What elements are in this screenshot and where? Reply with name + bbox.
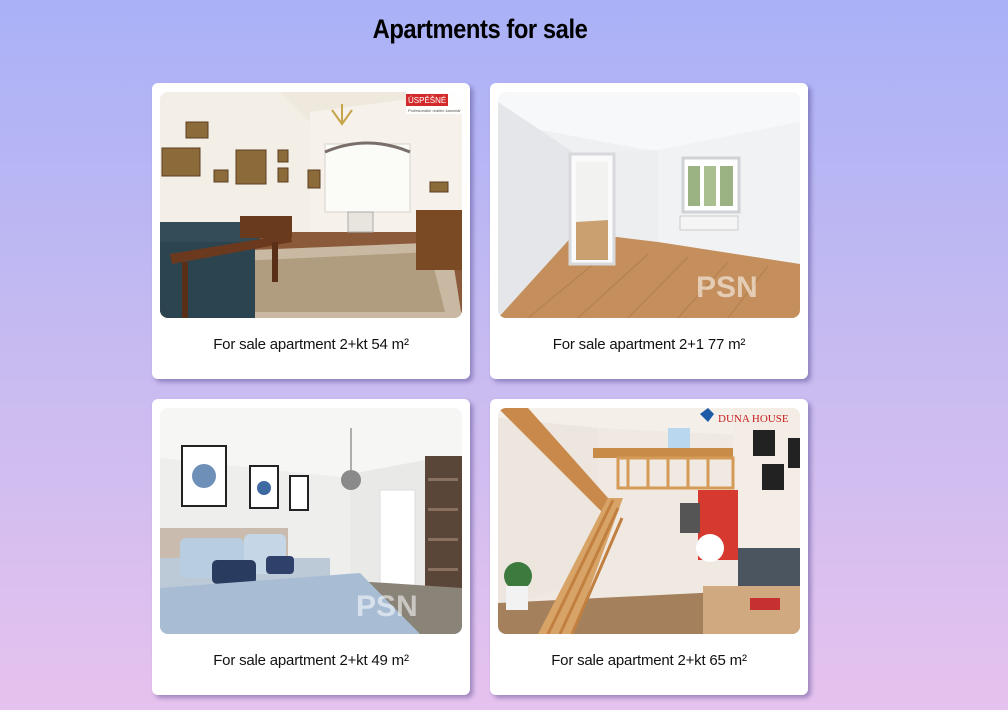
empty-room-parquet-photo[interactable]: PSN (498, 92, 800, 318)
watermark-text: PSN (356, 590, 418, 623)
listing-caption[interactable]: For sale apartment 2+kt 49 m² (152, 652, 470, 669)
living-room-with-carpet-photo[interactable]: ÚSPĚŠNÉ REALITY Profesionální realitní k… (160, 92, 462, 318)
listing-card[interactable]: PSN For sale apartment 2+kt 49 m² (152, 399, 470, 695)
loft-with-staircase-photo[interactable]: DUNA HOUSE (498, 408, 800, 634)
listing-caption[interactable]: For sale apartment 2+kt 65 m² (490, 652, 808, 669)
listing-card[interactable]: PSN For sale apartment 2+1 77 m² (490, 83, 808, 379)
watermark-text: PSN (696, 271, 758, 304)
watermark-text: DUNA HOUSE (718, 413, 789, 425)
listing-card[interactable]: ÚSPĚŠNÉ REALITY Profesionální realitní k… (152, 83, 470, 379)
watermark-text: ÚSPĚŠNÉ REALITY (408, 96, 462, 105)
page-title: Apartments for sale (372, 14, 588, 44)
listing-card[interactable]: DUNA HOUSE For sale apartment 2+kt 65 m² (490, 399, 808, 695)
listing-caption[interactable]: For sale apartment 2+1 77 m² (490, 336, 808, 353)
listing-caption[interactable]: For sale apartment 2+kt 54 m² (152, 336, 470, 353)
bedroom-photo[interactable]: PSN (160, 408, 462, 634)
watermark-subtext: Profesionální realitní kancelář (408, 108, 461, 113)
